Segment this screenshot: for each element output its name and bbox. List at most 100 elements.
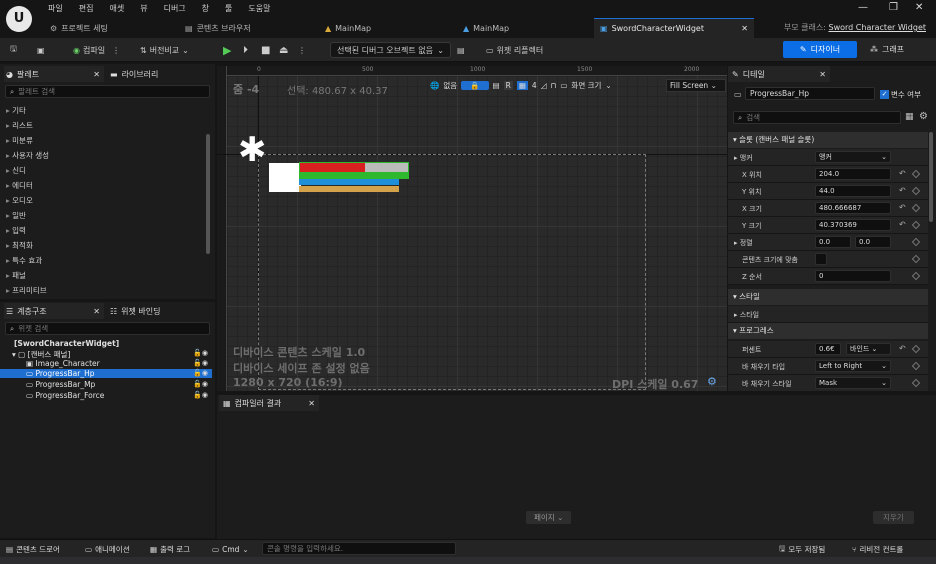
console-command-input[interactable]: 콘솔 명령을 입력하세요. bbox=[262, 542, 456, 555]
angle-icon[interactable]: ◿ bbox=[541, 81, 547, 90]
reset-icon[interactable]: ↶ bbox=[899, 344, 906, 353]
y-position-input[interactable]: 44.0 bbox=[815, 185, 891, 197]
size-to-content-checkbox[interactable] bbox=[815, 253, 827, 265]
lock-visibility-icon[interactable]: 🔓◉ bbox=[193, 359, 208, 367]
stop-icon[interactable]: ■ bbox=[261, 42, 270, 58]
compile-button[interactable]: ◉ 컴파일 ⋮ bbox=[73, 42, 120, 58]
tab-details[interactable]: ✎ 디테일 ✕ bbox=[728, 66, 830, 82]
x-position-input[interactable]: 204.0 bbox=[815, 168, 891, 180]
property-matrix-icon[interactable]: ▦ bbox=[905, 112, 914, 122]
image-character-widget[interactable] bbox=[269, 163, 301, 192]
tab-project-settings[interactable]: ⚙ 프로젝트 세팅 bbox=[50, 18, 108, 38]
menu-file[interactable]: 파일 bbox=[40, 3, 71, 14]
designer-viewport[interactable]: 0 500 1000 1500 2000 줌 -4 선택: 480.67 x 4… bbox=[217, 66, 727, 391]
settings-icon[interactable]: ⚙ bbox=[919, 111, 928, 122]
screen-size-select[interactable]: 화면 크기 bbox=[571, 80, 601, 91]
menu-help[interactable]: 도움말 bbox=[240, 3, 278, 14]
browse-icon[interactable]: ▣ bbox=[37, 42, 45, 58]
menu-debug[interactable]: 디버그 bbox=[156, 3, 194, 14]
play-options-icon[interactable]: ⋮ bbox=[298, 42, 306, 58]
tree-item-progressbar-hp[interactable]: ▭ ProgressBar_Hp 🔓◉ bbox=[0, 369, 212, 378]
diff-button[interactable]: ⇅ 버전비교 ⌄ bbox=[140, 42, 189, 58]
keyframe-icon[interactable] bbox=[911, 237, 921, 247]
z-order-input[interactable]: 0 bbox=[815, 270, 891, 282]
palette-category[interactable]: 최적화 bbox=[6, 240, 33, 251]
palette-category[interactable]: 오디오 bbox=[6, 195, 33, 206]
close-tab-icon[interactable]: ✕ bbox=[308, 399, 315, 408]
fill-screen-select[interactable]: Fill Screen ⌄ bbox=[666, 79, 726, 92]
percent-input[interactable]: 0.6€ bbox=[815, 343, 841, 355]
revision-control-button[interactable]: ⑂ 리비전 컨트롤 bbox=[852, 543, 903, 555]
save-icon[interactable]: 🖫 bbox=[10, 42, 17, 58]
clear-button[interactable]: 지우기 bbox=[873, 511, 914, 524]
play-icon[interactable]: ▶ bbox=[223, 42, 231, 58]
section-slot[interactable]: ▾ 슬롯 (캔버스 패널 슬롯) bbox=[728, 132, 928, 148]
respect-locks-icon[interactable]: ▤ bbox=[493, 81, 500, 90]
reset-icon[interactable]: ↶ bbox=[899, 220, 906, 229]
lock-visibility-icon[interactable]: 🔓◉ bbox=[193, 380, 208, 388]
menu-tools[interactable]: 툴 bbox=[217, 3, 240, 14]
snap-icon[interactable]: ⊓ bbox=[550, 81, 556, 90]
parent-class-link[interactable]: Sword Character Widget bbox=[829, 23, 927, 32]
palette-search-input[interactable]: ⌕ 팔레트 검색 bbox=[5, 85, 210, 98]
lock-visibility-icon[interactable]: 🔓◉ bbox=[193, 349, 208, 357]
lock-visibility-icon[interactable]: 🔓◉ bbox=[193, 391, 208, 399]
locale-select[interactable]: 없음 bbox=[443, 80, 457, 91]
restore-icon[interactable]: ❐ bbox=[889, 2, 898, 13]
widget-name-field[interactable]: ProgressBar_Hp bbox=[745, 87, 875, 100]
palette-category[interactable]: 신디 bbox=[6, 165, 26, 176]
is-variable-checkbox[interactable]: ✓ 변수 여부 bbox=[880, 89, 921, 100]
lock-toggle[interactable]: 🔒 bbox=[461, 81, 489, 90]
hierarchy-search-input[interactable]: ⌕ 위젯 검색 bbox=[5, 322, 210, 335]
tab-sword-character-widget[interactable]: ▣ SwordCharacterWidget ✕ bbox=[594, 18, 754, 38]
tree-item-progressbar-mp[interactable]: ▭ ProgressBar_Mp 🔓◉ bbox=[26, 380, 212, 389]
tab-mainmap-2[interactable]: ▲ MainMap bbox=[463, 18, 509, 38]
alignment-x-input[interactable]: 0.0 bbox=[815, 236, 851, 248]
keyframe-icon[interactable] bbox=[911, 186, 921, 196]
debug-filter-icon[interactable]: ▤ bbox=[457, 42, 465, 58]
palette-category[interactable]: 특수 효과 bbox=[6, 255, 42, 266]
palette-category[interactable]: 사용자 생성 bbox=[6, 150, 49, 161]
dpi-settings-icon[interactable]: ⚙ bbox=[707, 375, 717, 388]
alignment-y-input[interactable]: 0.0 bbox=[855, 236, 891, 248]
close-tab-icon[interactable]: ✕ bbox=[741, 24, 748, 33]
keyframe-icon[interactable] bbox=[911, 254, 921, 264]
anchor-select[interactable]: 앵커 ⌄ bbox=[815, 151, 891, 163]
keyframe-icon[interactable] bbox=[911, 271, 921, 281]
palette-scrollbar[interactable] bbox=[206, 134, 210, 254]
palette-category[interactable]: 리스트 bbox=[6, 120, 33, 131]
grid-snap-icon[interactable]: ▦ bbox=[516, 81, 528, 90]
keyframe-icon[interactable] bbox=[911, 203, 921, 213]
force-bar-widget[interactable] bbox=[299, 186, 399, 192]
tree-root[interactable]: [SwordCharacterWidget] bbox=[14, 339, 119, 348]
keyframe-icon[interactable] bbox=[911, 361, 921, 371]
tab-compiler-results[interactable]: ▦ 컴파일러 결과 ✕ bbox=[219, 395, 319, 411]
details-search-input[interactable]: ⌕ 검색 bbox=[733, 111, 901, 124]
palette-category[interactable]: 일반 bbox=[6, 210, 26, 221]
page-select[interactable]: 페이지 ⌄ bbox=[526, 511, 572, 524]
tab-content-browser[interactable]: ▤ 콘텐츠 브라우저 bbox=[185, 18, 251, 38]
keyframe-icon[interactable] bbox=[911, 220, 921, 230]
designer-mode-button[interactable]: ✎ 디자이너 bbox=[783, 41, 857, 58]
palette-category[interactable]: 미분류 bbox=[6, 135, 33, 146]
minimize-icon[interactable]: — bbox=[858, 2, 868, 13]
tree-item-progressbar-force[interactable]: ▭ ProgressBar_Force 🔓◉ bbox=[26, 391, 212, 400]
palette-category[interactable]: 에디터 bbox=[6, 180, 33, 191]
grid-size-select[interactable]: 4 bbox=[532, 81, 537, 90]
content-drawer-button[interactable]: ▤ 콘텐츠 드로어 bbox=[6, 543, 60, 555]
tab-library[interactable]: ▬ 라이브러리 bbox=[110, 66, 158, 82]
tab-hierarchy[interactable]: ☰ 계층구조 ✕ bbox=[4, 303, 104, 319]
step-icon[interactable]: ⏵ bbox=[243, 42, 248, 58]
palette-category[interactable]: 패널 bbox=[6, 270, 26, 281]
preview-icon[interactable]: ▭ bbox=[560, 81, 567, 90]
keyframe-icon[interactable] bbox=[911, 169, 921, 179]
hp-bar-widget[interactable] bbox=[299, 162, 409, 173]
menu-edit[interactable]: 편집 bbox=[71, 3, 102, 14]
debug-object-select[interactable]: 선택된 디버그 오브젝트 없음 ⌄ bbox=[330, 42, 451, 58]
unreal-logo-icon[interactable]: U bbox=[6, 6, 32, 32]
details-scrollbar[interactable] bbox=[929, 132, 933, 222]
keyframe-icon[interactable] bbox=[911, 378, 921, 388]
close-tab-icon[interactable]: ✕ bbox=[93, 307, 100, 316]
tab-widget-binding[interactable]: ☷ 위젯 바인딩 bbox=[110, 303, 161, 319]
reset-icon[interactable]: ↶ bbox=[899, 169, 906, 178]
